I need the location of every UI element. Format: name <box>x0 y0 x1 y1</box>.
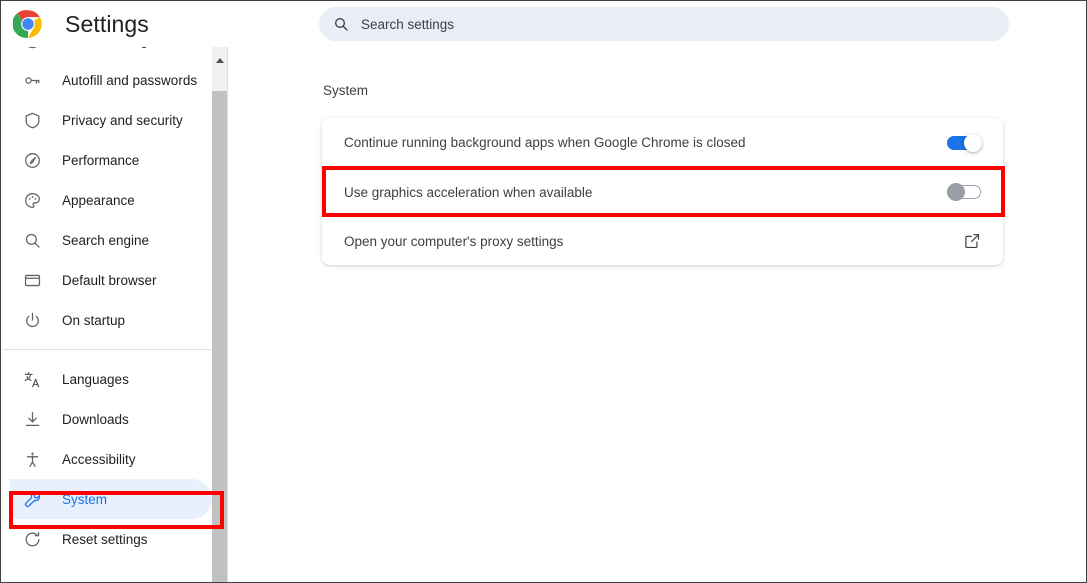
sidebar-item-label: Performance <box>62 152 140 168</box>
sidebar-item-label: System <box>62 491 108 507</box>
power-icon <box>22 310 42 330</box>
system-settings-card: Continue running background apps when Go… <box>322 118 1003 265</box>
search-icon <box>333 16 349 32</box>
setting-row-graphics-acceleration[interactable]: Use graphics acceleration when available <box>322 167 1003 216</box>
brand-area: Settings <box>1 1 311 47</box>
sidebar-item-performance[interactable]: Performance <box>10 140 212 180</box>
settings-sidebar: You and Google Autofill and passwords <box>2 47 228 582</box>
top-bar: Settings <box>1 1 1086 47</box>
sidebar-nav: You and Google Autofill and passwords <box>2 47 227 559</box>
search-area <box>319 7 1009 41</box>
chevron-up-icon <box>215 57 224 63</box>
sidebar-item-reset-settings[interactable]: Reset settings <box>10 519 212 559</box>
setting-row-background-apps[interactable]: Continue running background apps when Go… <box>322 118 1003 167</box>
sidebar-item-autofill-and-passwords[interactable]: Autofill and passwords <box>10 60 212 100</box>
sidebar-item-accessibility[interactable]: Accessibility <box>10 439 212 479</box>
translate-icon <box>22 369 42 389</box>
sidebar-item-label: Default browser <box>62 272 157 288</box>
section-title-system: System <box>323 83 369 98</box>
setting-label: Use graphics acceleration when available <box>344 184 593 200</box>
search-input[interactable] <box>361 16 961 32</box>
shield-icon <box>22 110 42 130</box>
sidebar-item-languages[interactable]: Languages <box>10 359 212 399</box>
speedometer-icon <box>22 150 42 170</box>
sidebar-scrollbar-thumb[interactable] <box>212 91 227 582</box>
sidebar-item-you-and-google[interactable]: You and Google <box>10 47 212 60</box>
chrome-logo-icon <box>12 9 43 39</box>
page-title: Settings <box>65 10 149 37</box>
sidebar-item-label: Search engine <box>62 232 150 248</box>
key-icon <box>22 70 42 90</box>
restore-icon <box>22 529 42 549</box>
toggle-knob <box>947 183 965 201</box>
scroll-up-button[interactable] <box>212 47 227 73</box>
sidebar-item-label: Downloads <box>62 411 129 427</box>
sidebar-item-label: Appearance <box>62 192 135 208</box>
sidebar-scrollbar-track[interactable] <box>212 47 227 582</box>
setting-row-proxy-settings[interactable]: Open your computer's proxy settings <box>322 216 1003 265</box>
browser-window-icon <box>22 270 42 290</box>
background-apps-toggle[interactable] <box>947 133 982 152</box>
wrench-icon <box>22 489 42 509</box>
sidebar-item-privacy-and-security[interactable]: Privacy and security <box>10 100 212 140</box>
palette-icon <box>22 190 42 210</box>
sidebar-item-default-browser[interactable]: Default browser <box>10 260 212 300</box>
sidebar-item-label: On startup <box>62 312 126 328</box>
google-g-icon <box>22 47 42 50</box>
sidebar-item-label: Privacy and security <box>62 112 183 128</box>
sidebar-item-downloads[interactable]: Downloads <box>10 399 212 439</box>
sidebar-item-appearance[interactable]: Appearance <box>10 180 212 220</box>
sidebar-item-label: You and Google <box>62 47 158 48</box>
sidebar-item-on-startup[interactable]: On startup <box>10 300 212 340</box>
sidebar-item-label: Autofill and passwords <box>62 72 198 88</box>
external-link-icon[interactable] <box>963 232 981 250</box>
graphics-acceleration-toggle[interactable] <box>947 183 981 201</box>
sidebar-divider <box>2 349 227 350</box>
sidebar-item-label: Reset settings <box>62 531 148 547</box>
accessibility-icon <box>22 449 42 469</box>
sidebar-item-system[interactable]: System <box>10 479 212 519</box>
download-icon <box>22 409 42 429</box>
setting-label: Continue running background apps when Go… <box>344 135 746 150</box>
toggle-knob <box>964 133 982 152</box>
sidebar-item-label: Languages <box>62 371 129 387</box>
settings-window: Settings Search settings Autofill and pa… <box>0 0 1087 583</box>
sidebar-item-label: Accessibility <box>62 451 136 467</box>
search-box[interactable] <box>319 7 1009 41</box>
search-icon <box>22 230 42 250</box>
setting-label: Open your computer's proxy settings <box>344 233 564 249</box>
sidebar-item-search-engine[interactable]: Search engine <box>10 220 212 260</box>
settings-content: System Continue running background apps … <box>228 47 1086 582</box>
